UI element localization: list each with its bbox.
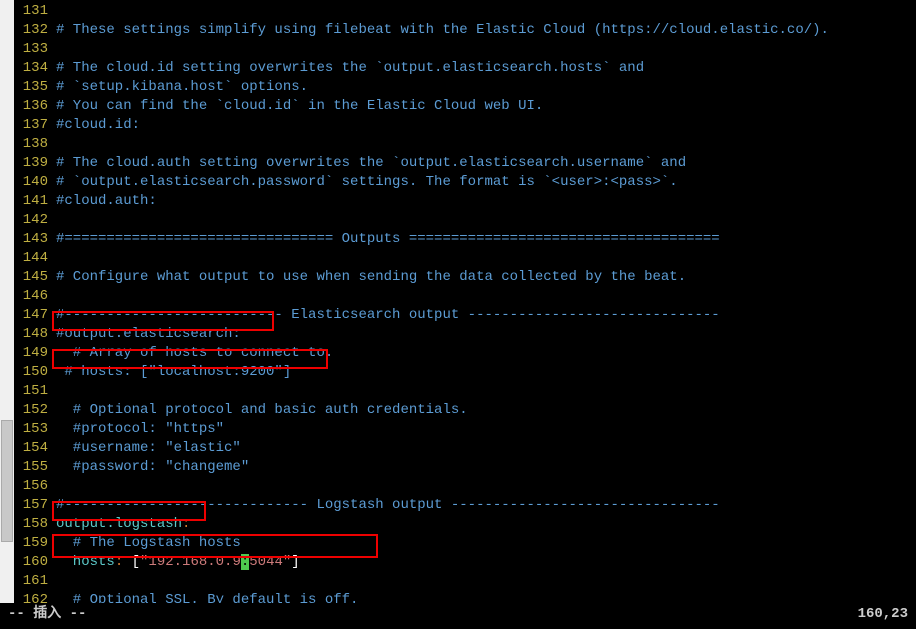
line-number: 147 (16, 306, 48, 325)
line-number: 142 (16, 211, 48, 230)
line-number: 131 (16, 2, 48, 21)
line-content: # `setup.kibana.host` options. (56, 78, 308, 97)
line-number: 132 (16, 21, 48, 40)
code-line[interactable]: 158 output.logstash: (16, 515, 916, 534)
code-line[interactable]: 144 (16, 249, 916, 268)
line-content: # Optional protocol and basic auth crede… (56, 401, 468, 420)
line-number: 139 (16, 154, 48, 173)
vim-status-bar: -- 插入 -- 160,23 (0, 603, 916, 626)
code-line[interactable]: 139 # The cloud.auth setting overwrites t… (16, 154, 916, 173)
code-line[interactable]: 157 #----------------------------- Logsta… (16, 496, 916, 515)
code-line[interactable]: 136 # You can find the `cloud.id` in the … (16, 97, 916, 116)
line-number: 160 (16, 553, 48, 572)
code-line[interactable]: 141 #cloud.auth: (16, 192, 916, 211)
line-number: 157 (16, 496, 48, 515)
line-content: #protocol: "https" (56, 420, 224, 439)
line-number: 159 (16, 534, 48, 553)
code-line[interactable]: 146 (16, 287, 916, 306)
line-number: 134 (16, 59, 48, 78)
code-line[interactable]: 133 (16, 40, 916, 59)
line-number: 135 (16, 78, 48, 97)
vim-mode: -- 插入 -- (8, 605, 86, 624)
code-line[interactable]: 148 #output.elasticsearch: (16, 325, 916, 344)
code-line[interactable]: 150 # hosts: ["localhost:9200"] (16, 363, 916, 382)
line-number: 137 (16, 116, 48, 135)
code-line[interactable]: 142 (16, 211, 916, 230)
code-editor[interactable]: 131132 # These settings simplify using fi… (0, 0, 916, 629)
code-line[interactable]: 132 # These settings simplify using fileb… (16, 21, 916, 40)
line-content: output.logstash: (56, 515, 190, 534)
line-number: 133 (16, 40, 48, 59)
line-content: # Array of hosts to connect to. (56, 344, 333, 363)
line-content: # `output.elasticsearch.password` settin… (56, 173, 678, 192)
code-line[interactable]: 149 # Array of hosts to connect to. (16, 344, 916, 363)
line-number: 136 (16, 97, 48, 116)
line-number: 158 (16, 515, 48, 534)
code-line[interactable]: 156 (16, 477, 916, 496)
line-number: 145 (16, 268, 48, 287)
line-number: 155 (16, 458, 48, 477)
line-content: #================================ Output… (56, 230, 720, 249)
code-line[interactable]: 137 #cloud.id: (16, 116, 916, 135)
line-number: 161 (16, 572, 48, 591)
code-line[interactable]: 140 # `output.elasticsearch.password` set… (16, 173, 916, 192)
line-content: # The cloud.auth setting overwrites the … (56, 154, 686, 173)
line-number: 152 (16, 401, 48, 420)
line-number: 138 (16, 135, 48, 154)
vim-cursor-position: 160,23 (858, 605, 908, 624)
line-number: 154 (16, 439, 48, 458)
line-number: 148 (16, 325, 48, 344)
line-number: 141 (16, 192, 48, 211)
line-content: # The Logstash hosts (56, 534, 241, 553)
line-content: #----------------------------- Logstash … (56, 496, 720, 515)
code-line[interactable]: 145 # Configure what output to use when s… (16, 268, 916, 287)
line-number: 149 (16, 344, 48, 363)
line-number: 150 (16, 363, 48, 382)
line-number: 144 (16, 249, 48, 268)
vertical-scrollbar[interactable] (0, 0, 14, 606)
code-line[interactable]: 143 #================================ Out… (16, 230, 916, 249)
line-number: 151 (16, 382, 48, 401)
line-number: 146 (16, 287, 48, 306)
line-content: #cloud.auth: (56, 192, 157, 211)
line-content: # These settings simplify using filebeat… (56, 21, 829, 40)
line-content: #password: "changeme" (56, 458, 249, 477)
line-content: #cloud.id: (56, 116, 140, 135)
line-number: 153 (16, 420, 48, 439)
code-line[interactable]: 161 (16, 572, 916, 591)
code-line[interactable]: 131 (16, 2, 916, 21)
line-number: 156 (16, 477, 48, 496)
code-line[interactable]: 151 (16, 382, 916, 401)
line-number: 143 (16, 230, 48, 249)
line-content: #-------------------------- Elasticsearc… (56, 306, 720, 325)
code-line[interactable]: 138 (16, 135, 916, 154)
line-content: hosts: ["192.168.0.9:5044"] (56, 553, 300, 572)
code-line[interactable]: 147 #-------------------------- Elasticse… (16, 306, 916, 325)
code-line[interactable]: 153 #protocol: "https" (16, 420, 916, 439)
code-line[interactable]: 154 #username: "elastic" (16, 439, 916, 458)
code-line[interactable]: 159 # The Logstash hosts (16, 534, 916, 553)
line-content: # You can find the `cloud.id` in the Ela… (56, 97, 543, 116)
code-line[interactable]: 152 # Optional protocol and basic auth c… (16, 401, 916, 420)
code-line[interactable]: 135 # `setup.kibana.host` options. (16, 78, 916, 97)
line-content: #username: "elastic" (56, 439, 241, 458)
line-content: # Configure what output to use when send… (56, 268, 686, 287)
code-line[interactable]: 134 # The cloud.id setting overwrites the… (16, 59, 916, 78)
line-content: # hosts: ["localhost:9200"] (56, 363, 291, 382)
code-line[interactable]: 155 #password: "changeme" (16, 458, 916, 477)
code-line[interactable]: 160 hosts: ["192.168.0.9:5044"] (16, 553, 916, 572)
line-number: 140 (16, 173, 48, 192)
line-content: # The cloud.id setting overwrites the `o… (56, 59, 644, 78)
line-content: #output.elasticsearch: (56, 325, 241, 344)
